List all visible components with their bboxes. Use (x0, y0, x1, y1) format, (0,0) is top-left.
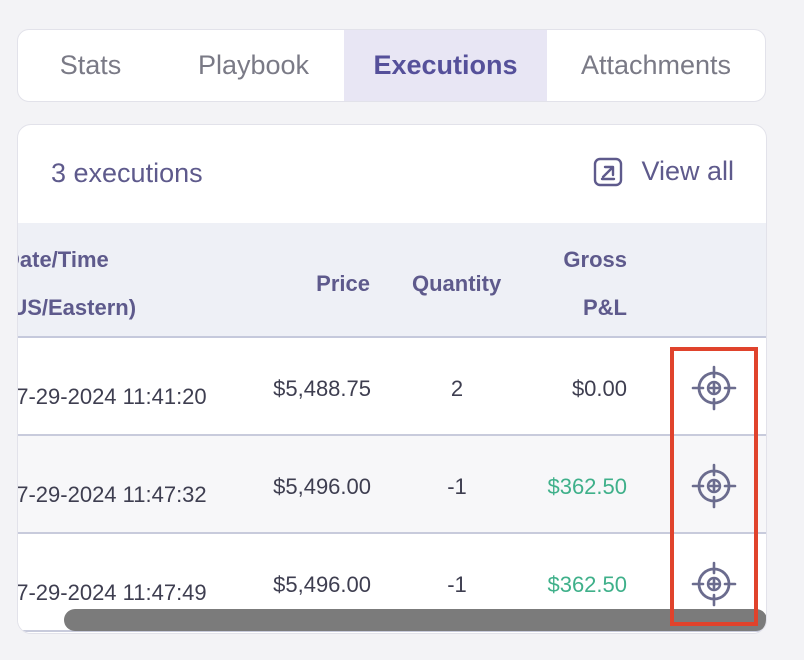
header-gross[interactable]: Gross (563, 247, 627, 273)
crosshair-target-icon (691, 365, 737, 411)
executions-table[interactable]: Date/Time (US/Eastern) Price Quantity Gr… (18, 223, 766, 633)
header-pnl: P&L (583, 295, 627, 320)
cell-datetime: 07-29-2024 11:47:49 (18, 580, 207, 605)
cell-quantity: -1 (447, 572, 467, 597)
locate-execution-button[interactable] (690, 364, 738, 412)
header-price[interactable]: Price (316, 271, 370, 297)
crosshair-target-icon (691, 463, 737, 509)
tab-attachments[interactable]: Attachments (547, 30, 765, 101)
panel-header: 3 executions View all (18, 125, 766, 222)
tab-playbook[interactable]: Playbook (163, 30, 344, 101)
table-row: 07-29-2024 11:47:32 $5,496.00 -1 $362.50 (18, 436, 766, 534)
executions-count: 3 executions (51, 158, 203, 188)
horizontal-scrollbar[interactable] (64, 609, 766, 631)
locate-execution-button[interactable] (690, 560, 738, 608)
cell-datetime: 07-29-2024 11:47:32 (18, 482, 207, 507)
cell-quantity: 2 (450, 376, 464, 401)
table-row: 07-29-2024 11:41:20 $5,488.75 2 $0.00 (18, 338, 766, 436)
view-all-button[interactable]: View all (593, 156, 734, 187)
crosshair-target-icon (691, 561, 737, 607)
cell-datetime: 07-29-2024 11:41:20 (18, 384, 207, 409)
header-datetime-timezone: (US/Eastern) (18, 295, 137, 320)
cell-gross-pnl: $362.50 (547, 474, 627, 499)
tab-bar: Stats Playbook Executions Attachments (17, 29, 766, 102)
cell-gross-pnl: $0.00 (571, 376, 627, 401)
header-datetime[interactable]: Date/Time (18, 247, 109, 273)
cell-quantity: -1 (447, 474, 467, 499)
external-link-icon (594, 157, 623, 186)
view-all-label: View all (641, 156, 734, 186)
tab-stats[interactable]: Stats (18, 30, 163, 101)
executions-panel: 3 executions View all Date/Time (US/East… (17, 124, 767, 634)
header-quantity[interactable]: Quantity (412, 271, 501, 297)
locate-execution-button[interactable] (690, 462, 738, 510)
table-header: Date/Time (US/Eastern) Price Quantity Gr… (18, 223, 766, 338)
cell-price: $5,488.75 (273, 376, 371, 401)
cell-price: $5,496.00 (273, 474, 371, 499)
tab-executions[interactable]: Executions (344, 30, 547, 101)
cell-gross-pnl: $362.50 (547, 572, 627, 597)
cell-price: $5,496.00 (273, 572, 371, 597)
